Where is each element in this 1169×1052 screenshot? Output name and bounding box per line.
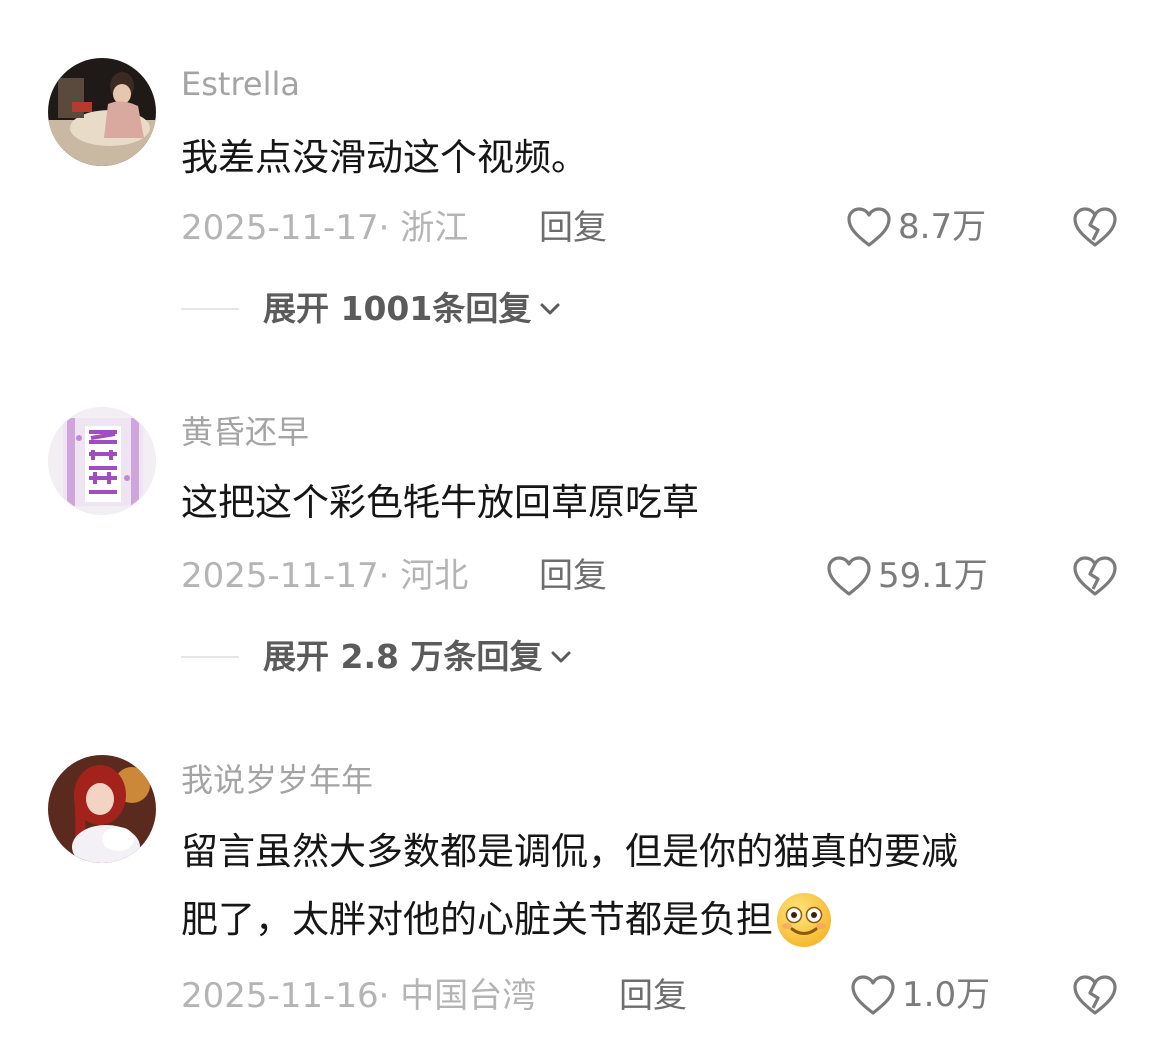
like-count: 59.1万 [878, 556, 988, 596]
like-count: 8.7万 [898, 207, 987, 247]
dislike-button[interactable] [1072, 555, 1118, 597]
comment-date-location: 2025-11-17· 浙江 [181, 208, 469, 248]
reply-button[interactable]: 回复 [539, 211, 607, 245]
broken-heart-icon [1073, 556, 1117, 596]
comment-text-line: 我差点没滑动这个视频。 [181, 136, 588, 179]
broken-heart-icon [1073, 207, 1117, 247]
like-button[interactable]: 59.1万 [826, 555, 988, 597]
avatar[interactable] [48, 407, 156, 515]
avatar-photo [49, 408, 155, 514]
chevron-down-icon [540, 303, 560, 314]
comment-text: 留言虽然大多数都是调侃，但是你的猫真的要减 肥了，太胖对他的心脏关节都是负担 [181, 818, 958, 954]
expand-replies-label: 展开 2.8 万条回复 [263, 637, 543, 676]
username[interactable]: Estrella [181, 68, 300, 100]
username[interactable]: 黄昏还早 [181, 416, 309, 448]
like-button[interactable]: 1.0万 [850, 974, 990, 1016]
comment-date-location: 2025-11-16· 中国台湾 [181, 976, 537, 1016]
heart-outline-icon [847, 207, 891, 247]
avatar[interactable] [48, 58, 156, 166]
avatar-photo [48, 755, 156, 863]
like-count: 1.0万 [902, 975, 991, 1015]
expand-replies-button[interactable]: 展开 1001条回复 [181, 292, 563, 325]
divider-line [181, 307, 239, 310]
comment-text-line: 肥了，太胖对他的心脏关节都是负担 [181, 886, 958, 954]
avatar[interactable] [48, 755, 156, 863]
comment-text-line: 留言虽然大多数都是调侃，但是你的猫真的要减 [181, 830, 958, 873]
dislike-button[interactable] [1072, 206, 1118, 248]
dislike-button[interactable] [1072, 974, 1118, 1016]
comment-text: 这把这个彩色牦牛放回草原吃草 [181, 469, 699, 537]
comment-text-line: 这把这个彩色牦牛放回草原吃草 [181, 481, 699, 524]
heart-outline-icon [851, 975, 895, 1015]
like-button[interactable]: 8.7万 [846, 206, 986, 248]
heart-outline-icon [827, 556, 871, 596]
expand-replies-button[interactable]: 展开 2.8 万条回复 [181, 640, 574, 673]
reply-button[interactable]: 回复 [619, 979, 687, 1013]
reply-button[interactable]: 回复 [539, 559, 607, 593]
chevron-down-icon [551, 651, 571, 662]
username[interactable]: 我说岁岁年年 [181, 764, 373, 796]
comment-text-line-content: 肥了，太胖对他的心脏关节都是负担 [181, 898, 773, 941]
smiling-face-emoji [777, 893, 831, 947]
avatar-photo [48, 58, 156, 166]
broken-heart-icon [1073, 975, 1117, 1015]
divider-line [181, 655, 239, 658]
comment-date-location: 2025-11-17· 河北 [181, 556, 469, 596]
expand-replies-label: 展开 1001条回复 [263, 289, 532, 328]
comment-text: 我差点没滑动这个视频。 [181, 124, 588, 192]
